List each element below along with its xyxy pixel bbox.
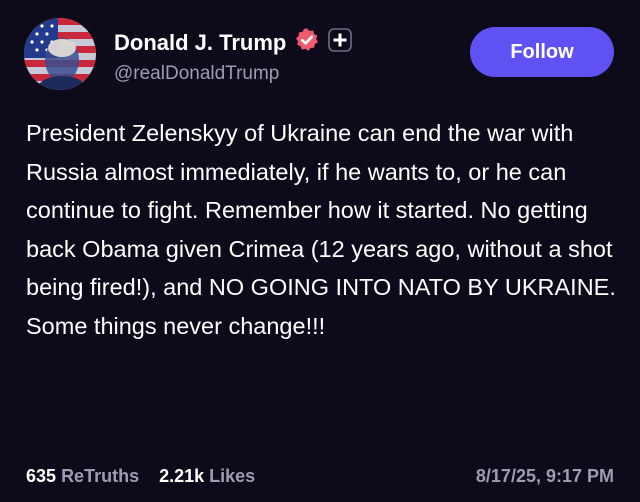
retruths-count: 635 <box>26 466 57 486</box>
author-name-row: Donald J. Trump <box>114 27 353 58</box>
likes-count: 2.21k <box>159 466 205 486</box>
retruths-label: ReTruths <box>61 466 140 486</box>
flag-portrait-avatar-icon <box>24 18 96 90</box>
post-timestamp[interactable]: 8/17/25, 9:17 PM <box>476 466 614 487</box>
follow-button[interactable]: Follow <box>470 27 614 77</box>
avatar[interactable] <box>24 18 96 90</box>
likes-label: Likes <box>209 466 256 486</box>
post-stats: 635 ReTruths 2.21k Likes <box>26 466 255 487</box>
plus-badge-icon <box>328 28 353 57</box>
retruths-stat[interactable]: 635 ReTruths <box>26 466 139 487</box>
post-card: Donald J. Trump @realDonaldTrump Follow … <box>0 0 640 502</box>
verified-badge-icon <box>294 27 320 58</box>
post-text: President Zelenskyy of Ukraine can end t… <box>26 120 616 339</box>
author-handle[interactable]: @realDonaldTrump <box>114 63 279 85</box>
display-name[interactable]: Donald J. Trump <box>114 30 286 56</box>
likes-stat[interactable]: 2.21k Likes <box>159 466 255 487</box>
